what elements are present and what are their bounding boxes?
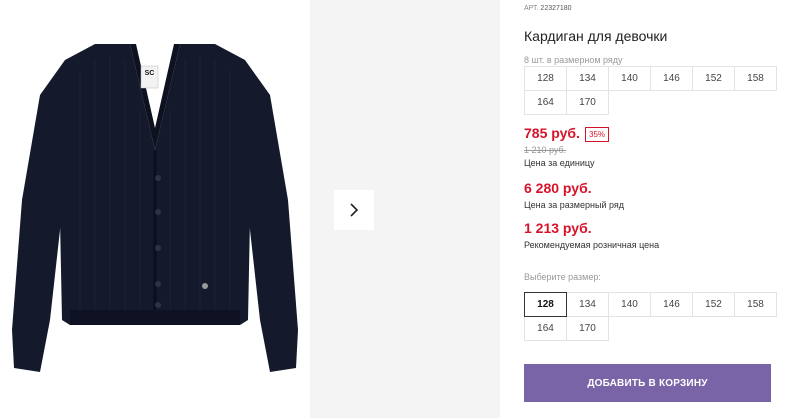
product-photo[interactable]: SC: [0, 0, 310, 418]
next-image-button[interactable]: [334, 190, 374, 230]
old-price: 1 210 руб.: [524, 145, 567, 155]
size-row-item: 152: [692, 66, 735, 91]
unit-price: 785 руб.: [524, 125, 580, 141]
discount-badge: 35%: [585, 127, 610, 142]
size-option[interactable]: 146: [650, 292, 693, 317]
product-title: Кардиган для девочки: [524, 28, 668, 44]
sku-label: АРТ.: [524, 5, 539, 12]
row-price-caption: Цена за размерный ряд: [524, 200, 625, 210]
size-option[interactable]: 164: [524, 316, 567, 341]
chevron-right-icon: [350, 203, 359, 217]
choose-size-label: Выберите размер:: [524, 272, 601, 282]
sku-value: 22327180: [540, 5, 572, 12]
size-row-item: 146: [650, 66, 693, 91]
size-option[interactable]: 158: [734, 292, 777, 317]
size-option[interactable]: 170: [566, 316, 609, 341]
unit-price-caption: Цена за единицу: [524, 158, 595, 168]
size-row-grid: 128 134 140 146 152 158 164 170: [524, 66, 777, 115]
size-row-item: 140: [608, 66, 651, 91]
rrp-price-caption: Рекомендуемая розничная цена: [524, 240, 660, 250]
size-selector: 128 134 140 146 152 158 164 170: [524, 292, 777, 341]
size-row-item: 164: [524, 90, 567, 115]
size-row-item: 158: [734, 66, 777, 91]
row-price: 6 280 руб.: [524, 180, 592, 196]
size-option[interactable]: 134: [566, 292, 609, 317]
size-row-item: 128: [524, 66, 567, 91]
size-option[interactable]: 152: [692, 292, 735, 317]
size-row-info: 8 шт. в размерном ряду: [524, 55, 623, 65]
size-row-item: 170: [566, 90, 609, 115]
size-option[interactable]: 140: [608, 292, 651, 317]
size-option-selected[interactable]: 128: [524, 292, 567, 317]
size-row-item: 134: [566, 66, 609, 91]
cardigan-image: [12, 44, 298, 372]
add-to-cart-button[interactable]: ДОБАВИТЬ В КОРЗИНУ: [524, 364, 771, 402]
rrp-price: 1 213 руб.: [524, 220, 592, 236]
product-gallery: SC: [0, 0, 500, 418]
sku-line: АРТ. 22327180: [524, 5, 572, 12]
brand-label-text: SC: [144, 70, 155, 77]
